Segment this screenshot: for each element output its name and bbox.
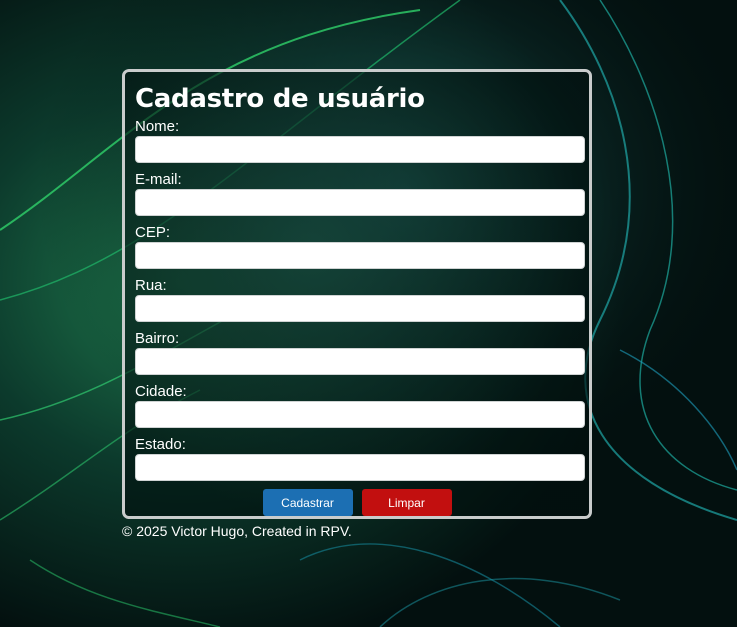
cep-label: CEP:: [135, 224, 171, 241]
form-title: Cadastro de usuário: [135, 84, 425, 114]
cep-input[interactable]: [135, 242, 585, 269]
email-label: E-mail:: [135, 171, 182, 188]
state-input[interactable]: [135, 454, 585, 481]
city-label: Cidade:: [135, 383, 187, 400]
form-actions: Cadastrar Limpar: [135, 489, 579, 516]
submit-button[interactable]: Cadastrar: [262, 489, 353, 516]
clear-button[interactable]: Limpar: [361, 489, 452, 516]
footer-copyright: © 2025 Victor Hugo, Created in RPV.: [122, 523, 352, 539]
neighborhood-input[interactable]: [135, 348, 585, 375]
street-label: Rua:: [135, 277, 167, 294]
neighborhood-label: Bairro:: [135, 330, 180, 347]
street-input[interactable]: [135, 295, 585, 322]
city-input[interactable]: [135, 401, 585, 428]
name-label: Nome:: [135, 118, 180, 135]
state-label: Estado:: [135, 436, 186, 453]
registration-form: Cadastro de usuário Nome: E-mail: CEP: R…: [122, 69, 592, 519]
name-input[interactable]: [135, 136, 585, 163]
email-input[interactable]: [135, 189, 585, 216]
